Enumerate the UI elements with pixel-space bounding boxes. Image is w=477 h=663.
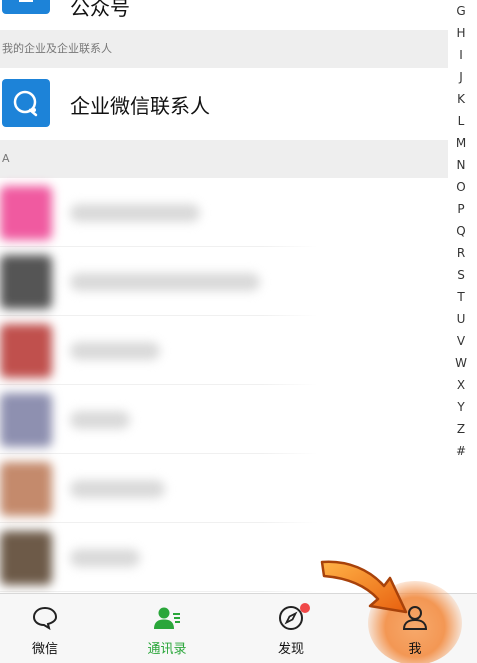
avatar — [0, 186, 52, 240]
index-letter[interactable]: G — [451, 0, 471, 22]
section-header-a: A — [0, 140, 448, 178]
avatar — [0, 462, 52, 516]
official-accounts-label: 公众号 — [70, 0, 130, 20]
index-letter[interactable]: M — [451, 132, 471, 154]
index-letter[interactable]: X — [451, 374, 471, 396]
contacts-icon — [154, 607, 180, 629]
index-letter[interactable]: L — [451, 110, 471, 132]
index-letter[interactable]: K — [451, 88, 471, 110]
tab-contacts[interactable]: 通讯录 — [122, 594, 212, 663]
index-letter[interactable]: # — [451, 440, 471, 462]
avatar — [0, 324, 52, 378]
avatar — [0, 255, 52, 309]
alphabet-index[interactable]: G H I J K L M N O P Q R S T U V W X Y Z … — [451, 0, 471, 460]
index-letter[interactable]: Y — [451, 396, 471, 418]
avatar — [0, 393, 52, 447]
index-letter[interactable]: J — [451, 66, 471, 88]
index-letter[interactable]: P — [451, 198, 471, 220]
pointer-arrow-icon — [320, 560, 408, 614]
enterprise-contacts-row[interactable]: 企业微信联系人 — [0, 68, 448, 140]
notification-dot — [300, 603, 310, 613]
avatar — [0, 531, 52, 585]
blur-overlay — [262, 178, 448, 592]
tab-contacts-label: 通讯录 — [147, 642, 187, 657]
chat-bubble-icon — [32, 606, 58, 631]
index-letter[interactable]: U — [451, 308, 471, 330]
tab-me-label: 我 — [408, 642, 422, 657]
section-header-enterprise: 我的企业及企业联系人 — [0, 30, 448, 68]
contact-name-blurred — [70, 204, 200, 222]
index-letter[interactable]: Q — [451, 220, 471, 242]
contact-name-blurred — [70, 411, 130, 429]
official-accounts-icon — [2, 0, 50, 14]
index-letter[interactable]: O — [451, 176, 471, 198]
index-letter[interactable]: V — [451, 330, 471, 352]
index-letter[interactable]: H — [451, 22, 471, 44]
index-letter[interactable]: R — [451, 242, 471, 264]
index-letter[interactable]: N — [451, 154, 471, 176]
contact-name-blurred — [70, 480, 165, 498]
contact-name-blurred — [70, 273, 260, 291]
enterprise-contacts-icon — [2, 79, 50, 127]
contact-name-blurred — [70, 549, 140, 567]
tab-discover-label: 发现 — [277, 642, 304, 657]
enterprise-contacts-label: 企业微信联系人 — [70, 94, 210, 118]
tab-chats-label: 微信 — [31, 642, 58, 657]
tab-chats[interactable]: 微信 — [0, 594, 90, 663]
index-letter[interactable]: W — [451, 352, 471, 374]
index-letter[interactable]: T — [451, 286, 471, 308]
contact-name-blurred — [70, 342, 160, 360]
index-letter[interactable]: Z — [451, 418, 471, 440]
index-letter[interactable]: S — [451, 264, 471, 286]
official-accounts-row[interactable]: 公众号 — [0, 0, 448, 28]
index-letter[interactable]: I — [451, 44, 471, 66]
